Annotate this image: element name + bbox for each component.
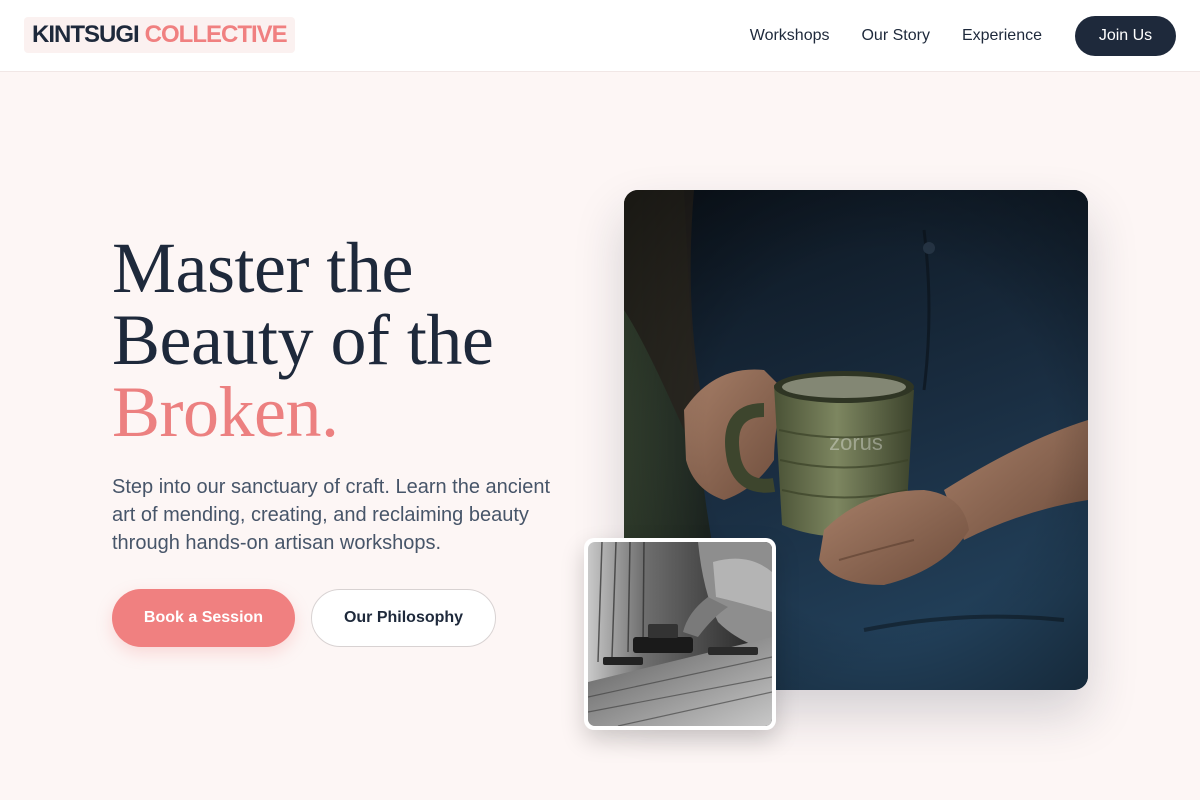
woodworker-inset-photo xyxy=(584,538,776,730)
hero-title-accent: Broken. xyxy=(112,372,339,452)
hero-title: Master the Beauty of the Broken. xyxy=(112,232,572,448)
logo-primary-text: KINTSUGI xyxy=(32,21,140,48)
nav-link-our-story[interactable]: Our Story xyxy=(861,16,929,56)
main-nav: Workshops Our Story Experience Join Us xyxy=(750,16,1176,56)
hero-description: Step into our sanctuary of craft. Learn … xyxy=(112,476,551,554)
hero-title-line-2: Beauty of the xyxy=(112,300,494,380)
our-philosophy-button[interactable]: Our Philosophy xyxy=(311,589,496,647)
brand-logo[interactable]: KINTSUGI COLLECTIVE xyxy=(24,17,295,53)
nav-link-workshops[interactable]: Workshops xyxy=(750,16,830,56)
photo-watermark: zorus xyxy=(829,430,883,455)
nav-link-experience[interactable]: Experience xyxy=(962,16,1042,56)
book-session-button[interactable]: Book a Session xyxy=(112,589,295,647)
site-header: KINTSUGI COLLECTIVE Workshops Our Story … xyxy=(0,0,1200,72)
woodworker-photo-illustration xyxy=(588,542,772,726)
logo-accent-text: COLLECTIVE xyxy=(144,21,288,48)
hero-title-line-1: Master the xyxy=(112,228,413,308)
join-us-button[interactable]: Join Us xyxy=(1075,16,1176,56)
